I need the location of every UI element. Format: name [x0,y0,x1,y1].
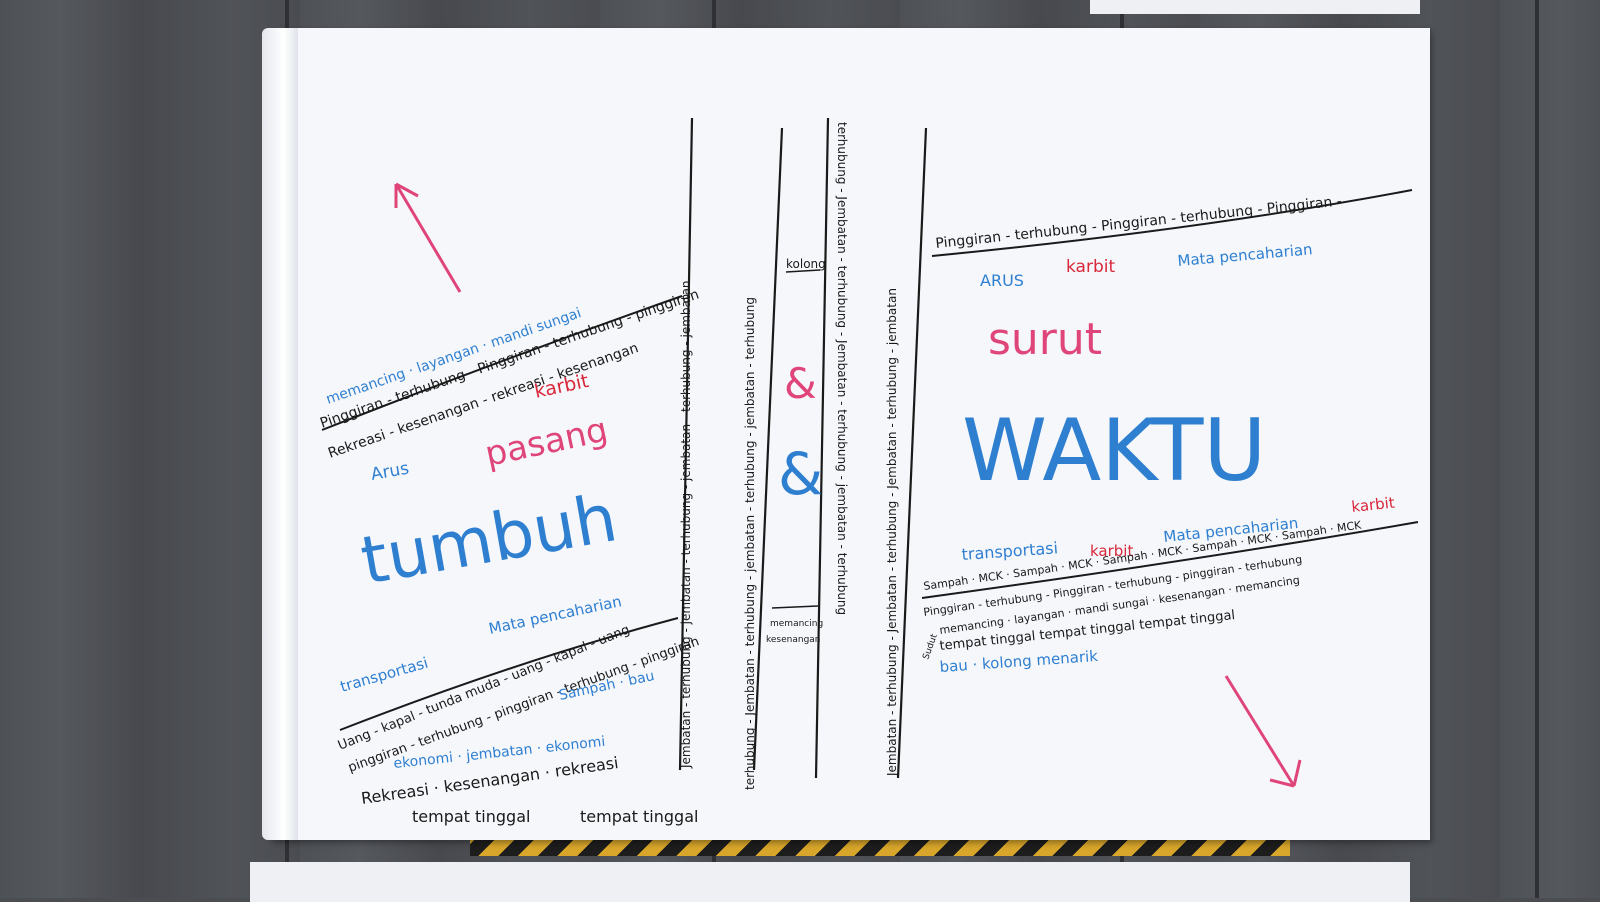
left-pinggiran-text: Pinggiran - terhubung - Pinggiran - terh… [318,287,701,432]
center-col4-text: Jembatan - terhubung - Jembatan - terhub… [885,288,899,777]
left-transportasi-text: transportasi [338,654,430,696]
ampersand-pink: & [784,359,817,408]
right-karbit3-text: karbit [1351,494,1396,516]
arrow-up-left-icon [394,182,462,293]
right-arus-text: ARUS [980,271,1024,290]
kesenangan-small-text: kesenangan [766,635,821,645]
center-col1-text: Jembatan - terhubung - jembatan - terhub… [679,280,693,769]
bridge-line [896,127,928,779]
arrow-down-right-icon [1224,675,1302,788]
right-mata-text: Mata pencaharian [1177,240,1313,270]
center-col3-text: terhubung - Jembatan - terhubung - Jemba… [835,122,849,615]
kolong-text: kolong [786,257,826,271]
box-line [771,605,819,609]
left-tempat1-text: tempat tinggal [412,807,530,826]
memancing-small-text: memancing [770,619,823,629]
waktu-text: WAKTU [962,401,1266,501]
right-sudut-text: Sudut [921,632,940,661]
right-karbit-text: karbit [1066,257,1115,277]
ampersand-blue: & [778,440,823,508]
left-tempat2-text: tempat tinggal [580,807,698,826]
pasang-text: pasang [482,410,612,475]
right-transportasi-text: transportasi [961,538,1059,564]
handwritten-drawing: memancing · layangan · mandi sungai Ping… [318,117,1419,826]
center-col2-text: terhubung - Jembatan - terhubung - jemba… [743,297,757,790]
left-arus-text: Arus [369,459,410,485]
surut-text: surut [988,314,1102,365]
tumbuh-text: tumbuh [355,479,622,600]
